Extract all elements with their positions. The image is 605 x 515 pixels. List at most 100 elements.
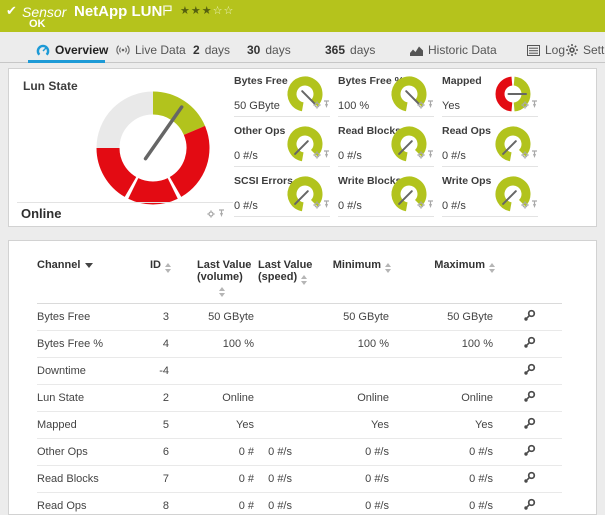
pin-icon[interactable] — [323, 196, 330, 214]
gauge-tile-write-blocks[interactable]: Write Blocks 0 #/s — [338, 172, 434, 217]
cell-volume: 100 % — [173, 331, 258, 358]
table-header-row: Channel ID Last Value (volume) Last Valu… — [37, 249, 562, 304]
gauge-tile-bytes-free[interactable]: Bytes Free 50 GByte — [234, 72, 330, 117]
gauge-tile-scsi-errors[interactable]: SCSI Errors 0 #/s — [234, 172, 330, 217]
tab-30-days[interactable]: 30 days — [247, 38, 291, 62]
gear-icon[interactable] — [313, 196, 321, 214]
tab-365-days[interactable]: 365 days — [325, 38, 375, 62]
pin-icon[interactable] — [531, 146, 538, 164]
tab-settings[interactable]: Settings — [566, 38, 605, 62]
cell-channel: Other Ops — [37, 439, 143, 466]
cell-channel: Mapped — [37, 412, 143, 439]
col-header-channel[interactable]: Channel — [37, 249, 143, 304]
table-row[interactable]: Bytes Free % 4 100 % 100 % 100 % — [37, 331, 562, 358]
gear-icon[interactable] — [417, 146, 425, 164]
cell-volume: 0 # — [173, 493, 258, 515]
table-row[interactable]: Mapped 5 Yes Yes Yes — [37, 412, 562, 439]
table-row[interactable]: Other Ops 6 0 # 0 #/s 0 #/s 0 #/s — [37, 439, 562, 466]
cell-id: 8 — [143, 493, 173, 515]
cell-volume — [173, 358, 258, 385]
pin-icon[interactable] — [427, 196, 434, 214]
col-header-maximum[interactable]: Maximum — [393, 249, 497, 304]
wrench-icon[interactable] — [523, 309, 536, 325]
channels-table-panel: Channel ID Last Value (volume) Last Valu… — [8, 240, 597, 515]
pin-icon[interactable] — [427, 146, 434, 164]
tab-2-days[interactable]: 2 days — [193, 38, 230, 62]
cell-volume: 50 GByte — [173, 304, 258, 331]
gauge-value: 0 #/s — [338, 150, 362, 162]
gear-icon[interactable] — [313, 146, 321, 164]
gauge-tile-mapped[interactable]: Mapped Yes — [442, 72, 538, 117]
cell-speed — [258, 412, 318, 439]
pin-icon[interactable] — [218, 205, 225, 223]
table-row[interactable]: Read Blocks 7 0 # 0 #/s 0 #/s 0 #/s — [37, 466, 562, 493]
pause-flag-icon[interactable] — [163, 3, 172, 21]
wrench-icon[interactable] — [523, 390, 536, 406]
gear-icon[interactable] — [313, 96, 321, 114]
sort-icon — [301, 275, 307, 285]
wrench-icon[interactable] — [523, 444, 536, 460]
tab-label: Log — [545, 43, 565, 57]
cell-volume: Online — [173, 385, 258, 412]
tab-overview[interactable]: Overview — [36, 38, 108, 62]
wrench-icon[interactable] — [523, 336, 536, 352]
gauge-tile-read-ops[interactable]: Read Ops 0 #/s — [442, 122, 538, 167]
gauge-tile-other-ops[interactable]: Other Ops 0 #/s — [234, 122, 330, 167]
gauges-panel: Lun State Online Bytes Free — [8, 68, 597, 227]
table-row[interactable]: Lun State 2 Online Online Online — [37, 385, 562, 412]
gear-icon[interactable] — [521, 96, 529, 114]
col-header-minimum[interactable]: Minimum — [318, 249, 393, 304]
cell-channel: Downtime — [37, 358, 143, 385]
sort-icon — [489, 263, 495, 273]
gauge-label: Read Ops — [442, 125, 491, 137]
sensor-status-bar: ✔ Sensor NetApp LUN ★★★☆☆ OK — [0, 0, 605, 32]
table-row[interactable]: Read Ops 8 0 # 0 #/s 0 #/s 0 #/s — [37, 493, 562, 515]
cell-max: 100 % — [393, 331, 497, 358]
gear-icon[interactable] — [521, 196, 529, 214]
tab-log[interactable]: Log — [527, 38, 565, 62]
gauge-label: Other Ops — [234, 125, 285, 137]
col-header-id[interactable]: ID — [143, 249, 173, 304]
wrench-icon[interactable] — [523, 498, 536, 514]
priority-stars[interactable]: ★★★☆☆ — [180, 4, 234, 17]
cell-id: 4 — [143, 331, 173, 358]
cell-max: 0 #/s — [393, 466, 497, 493]
gear-icon[interactable] — [417, 196, 425, 214]
table-row[interactable]: Bytes Free 3 50 GByte 50 GByte 50 GByte — [37, 304, 562, 331]
gear-icon[interactable] — [521, 146, 529, 164]
tab-label: Live Data — [135, 43, 186, 57]
cell-id: -4 — [143, 358, 173, 385]
col-header-last-value-speed[interactable]: Last Value (speed) — [258, 249, 318, 304]
gauge-value: Yes — [442, 100, 460, 112]
gear-icon[interactable] — [207, 205, 215, 223]
tab-label: Historic Data — [428, 43, 497, 57]
pin-icon[interactable] — [531, 96, 538, 114]
pin-icon[interactable] — [427, 96, 434, 114]
gear-icon[interactable] — [417, 96, 425, 114]
cell-id: 6 — [143, 439, 173, 466]
prtg-sensor-page: ✔ Sensor NetApp LUN ★★★☆☆ OK Overview Li… — [0, 0, 605, 515]
cell-volume: 0 # — [173, 439, 258, 466]
cell-min: 50 GByte — [318, 304, 393, 331]
cell-channel: Lun State — [37, 385, 143, 412]
sensor-status-text: OK — [29, 18, 46, 30]
pin-icon[interactable] — [323, 146, 330, 164]
gauge-tile-read-blocks[interactable]: Read Blocks 0 #/s — [338, 122, 434, 167]
cell-max: Yes — [393, 412, 497, 439]
col-header-last-value-volume[interactable]: Last Value (volume) — [173, 249, 258, 304]
cell-min: 100 % — [318, 331, 393, 358]
pin-icon[interactable] — [531, 196, 538, 214]
cell-speed — [258, 385, 318, 412]
tab-historic-data[interactable]: Historic Data — [410, 38, 497, 62]
gauge-tile-bytes-free-pct[interactable]: Bytes Free % 100 % — [338, 72, 434, 117]
wrench-icon[interactable] — [523, 471, 536, 487]
wrench-icon[interactable] — [523, 417, 536, 433]
table-row[interactable]: Downtime -4 — [37, 358, 562, 385]
cell-id: 7 — [143, 466, 173, 493]
pin-icon[interactable] — [323, 96, 330, 114]
tab-live-data[interactable]: Live Data — [116, 38, 186, 62]
log-icon — [527, 45, 540, 56]
tab-label: Settings — [583, 43, 605, 57]
gauge-tile-write-ops[interactable]: Write Ops 0 #/s — [442, 172, 538, 217]
wrench-icon[interactable] — [523, 363, 536, 379]
